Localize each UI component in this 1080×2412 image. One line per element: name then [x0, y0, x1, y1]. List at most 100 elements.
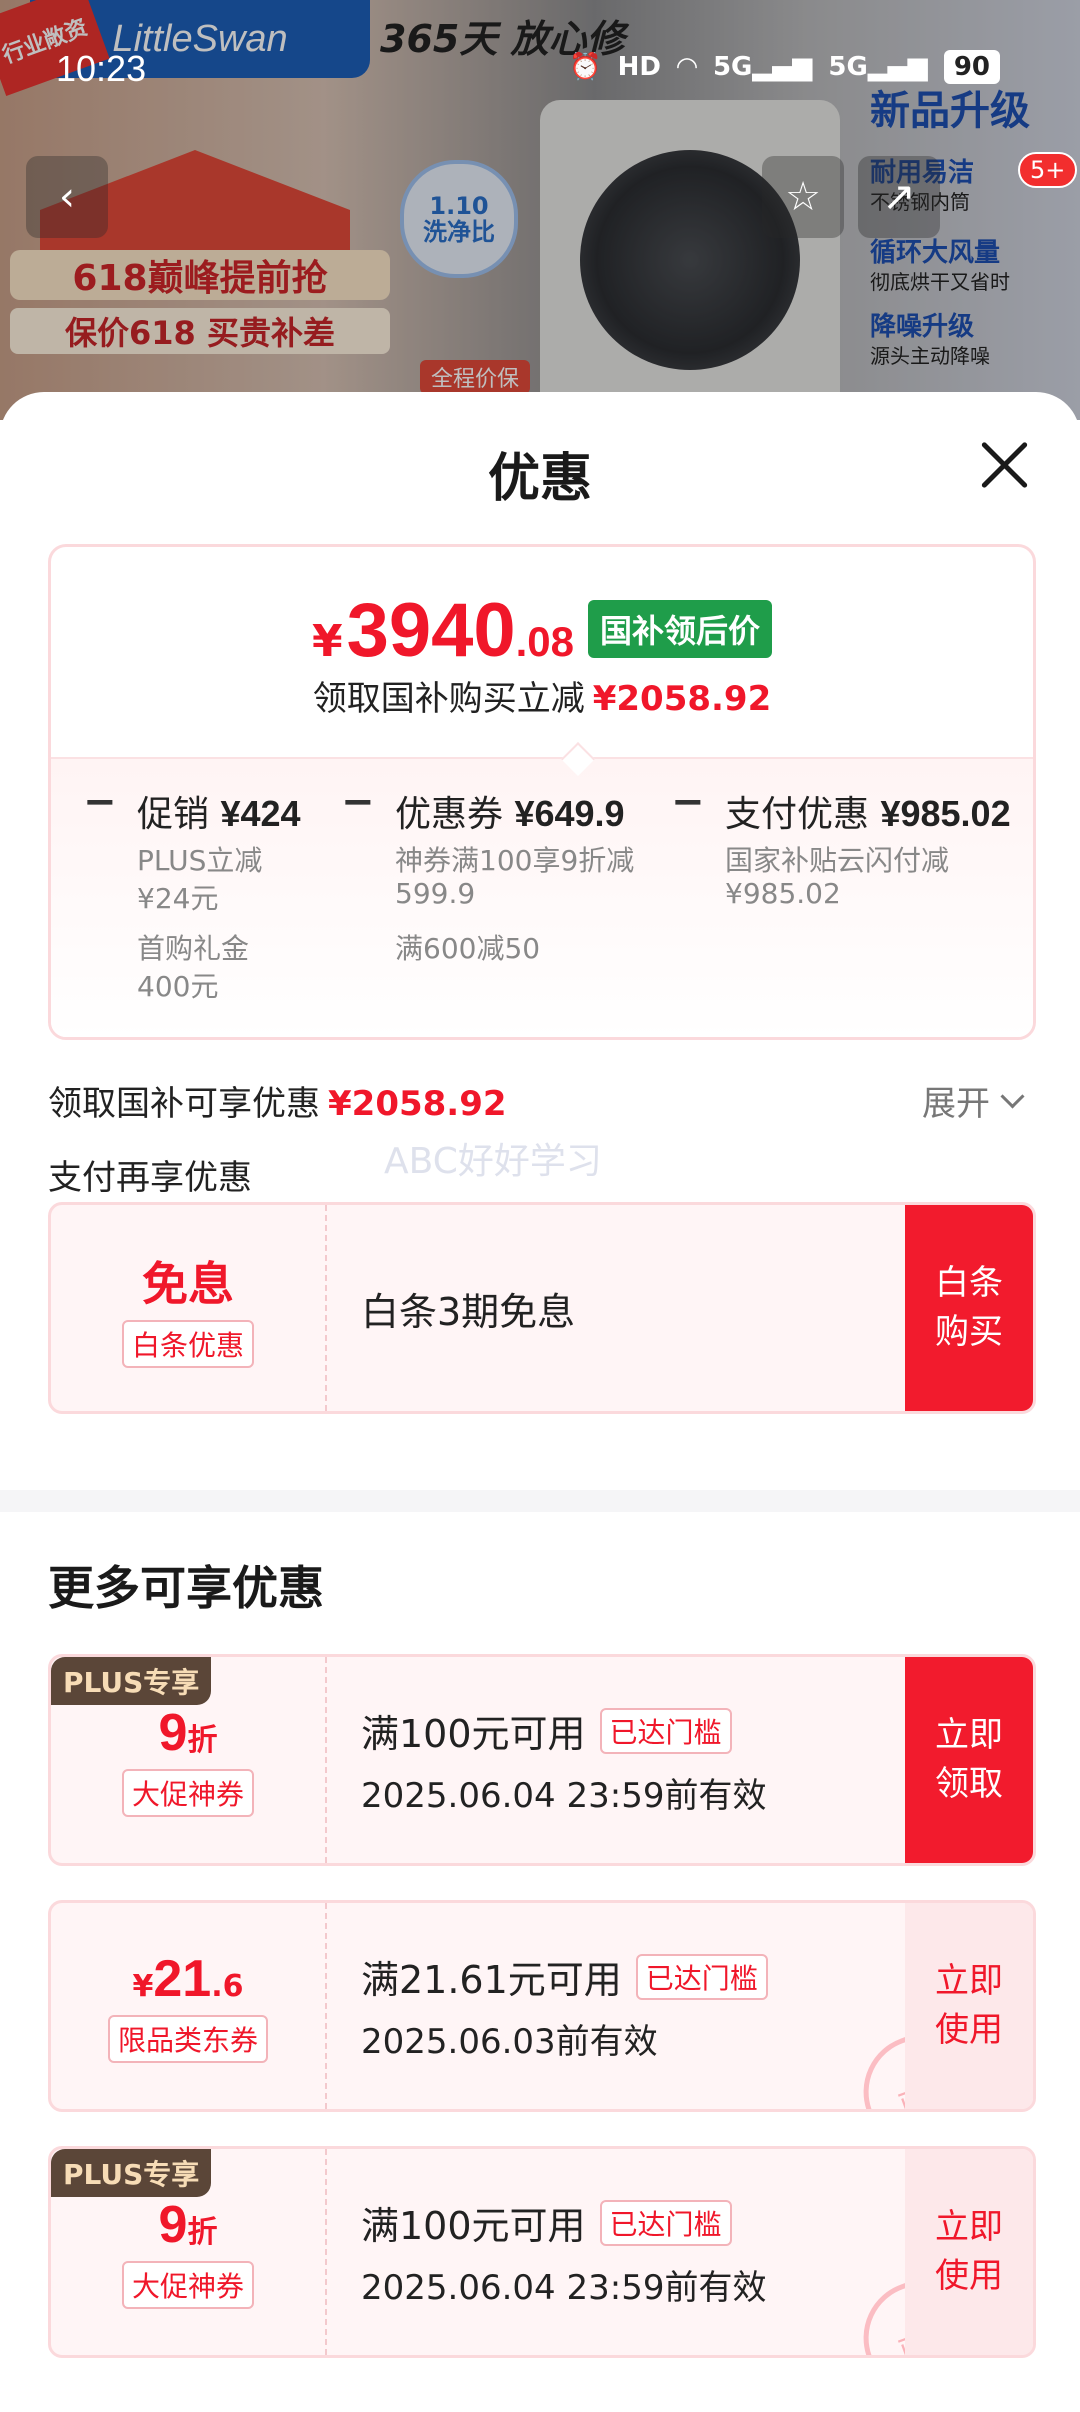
status-time: 10:23 [56, 48, 147, 89]
coupon-mid: 满21.61元可用 已达门槛 2025.06.03前有效 [361, 1903, 768, 2109]
breakdown-promo-line: ¥24元 [137, 882, 219, 915]
plus-badge: PLUS专享 [51, 2149, 212, 2197]
baitiao-mid: 白条3期免息 [361, 1205, 575, 1411]
signal-5g-1-icon: 5G▂▄▆ [712, 52, 813, 82]
breakdown-pay-line: ¥985.02 [725, 877, 841, 910]
threshold-tag: 已达门槛 [599, 2199, 732, 2246]
watermark: ABC好好学习 [384, 1141, 602, 1182]
coupon-mid: 满100元可用 已达门槛 2025.06.04 23:59前有效 [361, 2149, 766, 2355]
expand-button[interactable]: 展开 [922, 1076, 1025, 1125]
coupon-expiry: 2025.06.04 23:59前有效 [361, 1776, 767, 1816]
breakdown-promo-line: 首购礼金 [137, 932, 250, 965]
breakdown-coupon-line: 满600减50 [395, 932, 541, 965]
baitiao-desc: 白条3期免息 [361, 1289, 576, 1334]
sheet-title: 优惠 [487, 449, 592, 509]
price-breakdown: − 促销 ¥424 PLUS立减 ¥24元 首购礼金 400元 − 优惠券 ¥6… [51, 757, 1033, 1037]
coupon-condition: 满21.61元可用 已达门槛 [361, 1949, 768, 2004]
close-icon[interactable] [978, 438, 1032, 492]
price-integer: 3940 [346, 588, 516, 673]
coupon-condition-text: 满100元可用 [361, 1712, 586, 1756]
coupon-divider [325, 2149, 327, 2355]
price-tag: 国补领后价 [588, 600, 773, 658]
subsidy-amount: ¥2058.92 [328, 1084, 507, 1124]
baitiao-card: 免息 白条优惠 白条3期免息 白条 购买 [48, 1202, 1036, 1414]
favorite-button[interactable]: ☆ [762, 156, 844, 238]
status-icons: ⏰ HD ◠ 5G▂▄▆ 5G▂▄▆ 90 [569, 50, 1000, 84]
chevron-left-icon: ‹ [59, 174, 75, 220]
more-section-title: 更多可享优惠 [48, 1561, 324, 1615]
coupon-expiry: 2025.06.04 23:59前有效 [361, 2268, 767, 2308]
use-button[interactable]: 立即 使用 [905, 1903, 1033, 2109]
coupon-unit: 折 [187, 1723, 218, 1758]
coupon-divider [325, 1903, 327, 2109]
coupon-tag: 大促神券 [121, 1769, 254, 1817]
baitiao-tag: 白条优惠 [121, 1320, 254, 1368]
plus-badge: PLUS专享 [51, 1657, 212, 1705]
share-button[interactable]: ↗ [858, 156, 940, 238]
coupon-card: 9折 大促神券 PLUS专享 满100元可用 已达门槛 2025.06.04 2… [48, 1654, 1036, 1866]
coupon-condition-text: 满100元可用 [361, 2204, 586, 2248]
net1-label: 5G [712, 52, 753, 82]
coupon-value: 21 [153, 1950, 212, 2008]
hd-icon: HD [617, 52, 661, 82]
price-card: ¥ 3940 .08 国补领后价 领取国补购买立减 ¥2058.92 − 促销 ¥… [48, 544, 1036, 1040]
expand-label: 展开 [922, 1084, 990, 1124]
share-icon: ↗ [882, 174, 916, 220]
threshold-tag: 已达门槛 [635, 1953, 768, 2000]
coupon-divider [325, 1205, 327, 1411]
baitiao-big: 免息 [142, 1257, 234, 1311]
breakdown-coupon-line: 599.9 [395, 877, 476, 910]
coupon-card: 9折 大促神券 PLUS专享 满100元可用 已达门槛 2025.06.04 2… [48, 2146, 1036, 2358]
subsidy-label: 领取国补可享优惠 [48, 1084, 320, 1124]
use-button[interactable]: 立即 使用 [905, 2149, 1033, 2355]
baitiao-left: 免息 白条优惠 [51, 1205, 325, 1411]
coupon-tag: 大促神券 [121, 2261, 254, 2309]
cart-badge: 5+ [1018, 152, 1078, 188]
chevron-down-icon [1000, 1084, 1025, 1109]
breakdown-promo-line: 400元 [137, 970, 219, 1003]
coupon-expiry: 2025.06.03前有效 [361, 2022, 658, 2062]
claim-button[interactable]: 立即 领取 [905, 1657, 1033, 1863]
coupon-currency: ¥ [132, 1969, 154, 2004]
wifi-icon: ◠ [676, 52, 697, 82]
coupon-condition: 满100元可用 已达门槛 [361, 2195, 766, 2250]
breakdown-coupon-amount: ¥649.9 [514, 793, 625, 834]
coupon-mid: 满100元可用 已达门槛 2025.06.04 23:59前有效 [361, 1657, 766, 1863]
minus-icon: − [341, 779, 375, 825]
final-price: ¥ 3940 .08 国补领后价 [51, 587, 1033, 674]
breakdown-coupon-line: 神券满100享9折减 [395, 844, 635, 877]
coupon-tag: 限品类东券 [107, 2015, 268, 2063]
coupon-left: ¥ 21 .6 限品类东券 [51, 1903, 325, 2109]
price-subtitle-amount: ¥2058.92 [592, 679, 772, 719]
baitiao-buy-button[interactable]: 白条 购买 [905, 1205, 1033, 1411]
coupon-condition: 满100元可用 已达门槛 [361, 1703, 766, 1758]
use-label: 立即 使用 [935, 2206, 1003, 2296]
coupon-divider [325, 1657, 327, 1863]
minus-icon: − [83, 779, 117, 825]
discount-sheet: 优惠 ¥ 3940 .08 国补领后价 领取国补购买立减 ¥2058.92 − 促… [0, 392, 1080, 2412]
coupon-value: 9 [158, 1704, 188, 1762]
coupon-condition-text: 满21.61元可用 [361, 1958, 622, 2002]
coupon-decimal: .6 [211, 1969, 244, 2004]
battery-icon: 90 [943, 50, 1000, 84]
coupon-unit: 折 [187, 2215, 218, 2250]
breakdown-pay-head: 支付优惠 ¥985.02 [725, 785, 1011, 837]
breakdown-coupon-title: 优惠券 [395, 794, 504, 835]
price-subtitle-text: 领取国补购买立减 [312, 679, 585, 719]
price-decimal: .08 [515, 618, 575, 665]
net2-label: 5G [828, 52, 868, 82]
breakdown-promo-head: 促销 ¥424 [137, 785, 301, 837]
claim-label: 立即 领取 [935, 1714, 1003, 1804]
breakdown-pay-title: 支付优惠 [725, 794, 870, 835]
star-icon: ☆ [785, 174, 821, 220]
coupon-value: 9 [158, 2196, 188, 2254]
pay-again-label: 支付再享优惠 [48, 1158, 252, 1198]
subsidy-row: 领取国补可享优惠 ¥2058.92 [48, 1076, 507, 1125]
breakdown-promo-line: PLUS立减 [137, 844, 263, 877]
back-button[interactable]: ‹ [26, 156, 108, 238]
baitiao-buy-label: 白条 购买 [935, 1262, 1003, 1352]
use-label: 立即 使用 [935, 1960, 1003, 2050]
breakdown-coupon-head: 优惠券 ¥649.9 [395, 785, 625, 837]
breakdown-promo-amount: ¥424 [220, 793, 301, 834]
minus-icon: − [671, 779, 705, 825]
